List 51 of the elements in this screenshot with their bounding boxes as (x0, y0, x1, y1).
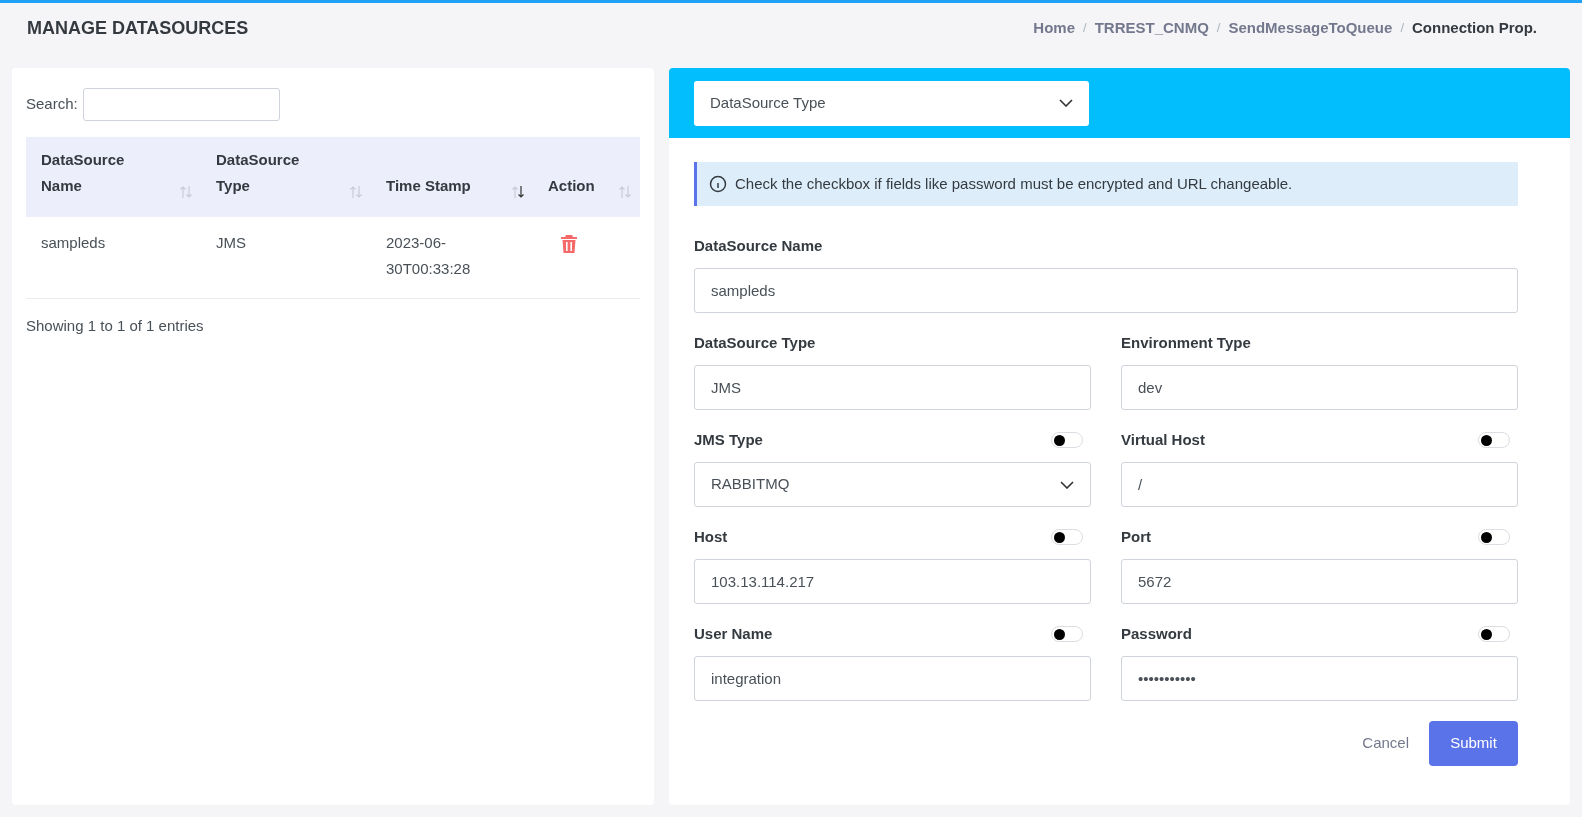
breadcrumb-link[interactable]: Connection Prop. (1412, 16, 1537, 40)
field-label: Virtual Host (1121, 429, 1205, 450)
toggle-switch[interactable] (1051, 529, 1083, 545)
page-title: MANAGE DATASOURCES (27, 16, 249, 40)
trash-icon[interactable] (561, 235, 577, 253)
toggle-switch[interactable] (1051, 432, 1083, 448)
input-field[interactable]: 103.13.114.217 (694, 559, 1091, 604)
field-label: Port (1121, 526, 1151, 547)
column-header: Time Stamp (386, 176, 471, 196)
field-label: JMS Type (694, 429, 763, 450)
field-label: Password (1121, 623, 1192, 644)
search-field[interactable] (82, 88, 280, 121)
info-text: Check the checkbox if fields like password must be encrypted and URL changeable. (735, 173, 1293, 194)
toggle-switch[interactable] (1478, 529, 1510, 545)
input-field[interactable]: sampleds (694, 268, 1518, 313)
field-label: User Name (694, 623, 773, 644)
submit-button[interactable]: Submit (1429, 721, 1518, 766)
breadcrumb-link[interactable]: TRREST_CNMQ (1094, 16, 1209, 40)
table-cell: sampleds (41, 234, 106, 251)
input-field[interactable]: JMS (694, 365, 1091, 410)
table-cell: JMS (216, 234, 246, 251)
input-field[interactable]: integration (694, 656, 1091, 701)
chevron-down-icon (1060, 480, 1074, 489)
table-cell-text: 2023-06-30T00:33:28 (386, 233, 472, 279)
info-icon (709, 175, 727, 193)
input-field[interactable]: dev (1121, 365, 1518, 410)
input-field[interactable]: / (1121, 462, 1518, 507)
datasource-type-select[interactable]: DataSource Type (694, 80, 1089, 126)
column-header: Action (548, 176, 595, 196)
column-header: DataSource Name (41, 150, 126, 196)
breadcrumb-link[interactable]: SendMessageToQueue (1228, 16, 1393, 40)
input-field[interactable]: 5672 (1121, 559, 1518, 604)
toggle-switch[interactable] (1478, 626, 1510, 642)
table-info: Showing 1 to 1 of 1 entries (26, 316, 205, 336)
chevron-down-icon (1059, 99, 1073, 107)
field-label: Environment Type (1121, 332, 1251, 353)
breadcrumb-link[interactable]: Home (1033, 16, 1075, 40)
column-header: DataSource Type (216, 150, 301, 196)
cancel-button[interactable]: Cancel (1362, 732, 1409, 755)
breadcrumb-separator: / (1216, 19, 1221, 38)
select-field[interactable]: RABBITMQ (694, 462, 1091, 507)
breadcrumb-separator: / (1083, 19, 1087, 38)
toggle-switch[interactable] (1478, 432, 1510, 448)
breadcrumb-separator: / (1400, 19, 1404, 38)
toggle-switch[interactable] (1051, 626, 1083, 642)
field-label: DataSource Name (694, 235, 823, 256)
sort-icon[interactable] (511, 185, 525, 199)
input-field[interactable]: ••••••••••• (1121, 656, 1518, 701)
field-label: Host (694, 526, 728, 547)
field-label: DataSource Type (694, 332, 816, 353)
search-label: Search: (26, 94, 78, 115)
